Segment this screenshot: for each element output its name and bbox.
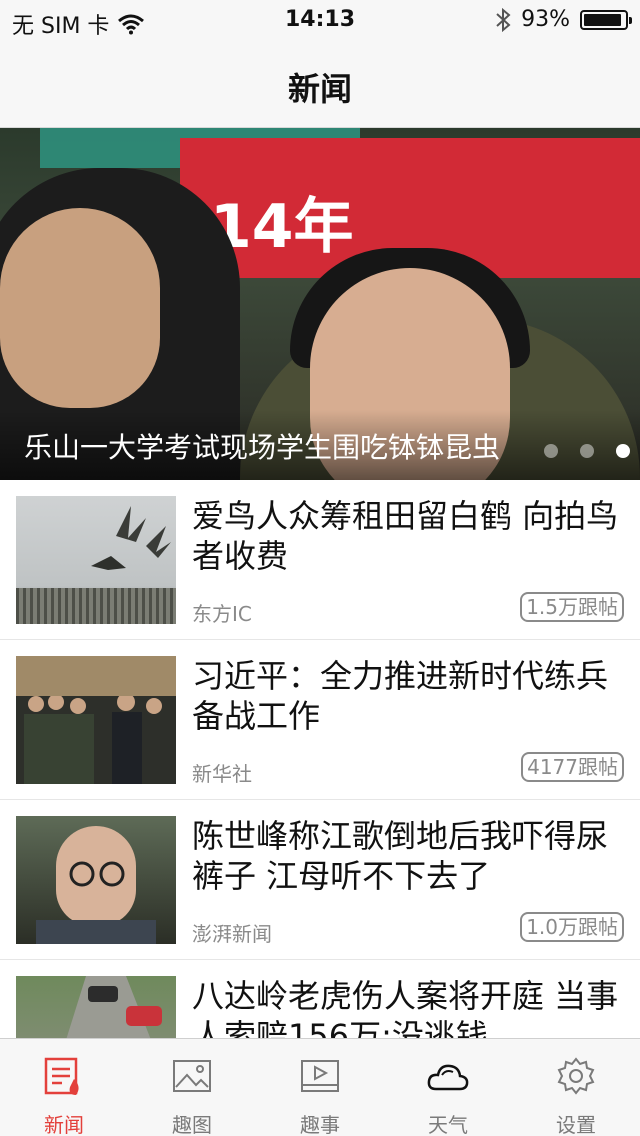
tree-line (16, 588, 176, 624)
status-right: 93% (495, 7, 632, 32)
tab-label: 设置 (556, 1113, 596, 1136)
comment-count-badge[interactable]: 1.0万跟帖 (520, 912, 624, 942)
tab-pictures[interactable]: 趣图 (128, 1039, 256, 1136)
news-source: 澎湃新闻 (192, 922, 272, 946)
news-title: 爱鸟人众筹租田留白鹤 向拍鸟者收费 (192, 497, 619, 575)
news-thumbnail (16, 816, 176, 944)
list-item[interactable]: 习近平：全力推进新时代练兵备战工作 新华社 4177跟帖 (0, 640, 640, 800)
battery-fill (584, 13, 622, 26)
status-bar: 无 SIM 卡 14:13 93% (0, 0, 640, 40)
list-item[interactable]: 八达岭老虎伤人案将开庭 当事人索赔156万:没逃钱 (0, 960, 640, 1038)
news-source: 新华社 (192, 762, 252, 786)
battery-percent: 93% (521, 7, 570, 32)
comment-count-badge[interactable]: 1.5万跟帖 (520, 592, 624, 622)
battery-icon (580, 9, 632, 30)
page-indicator[interactable] (544, 444, 630, 458)
news-thumbnail (16, 976, 176, 1038)
tab-stories[interactable]: 趣事 (256, 1039, 384, 1136)
list-item[interactable]: 爱鸟人众筹租田留白鹤 向拍鸟者收费 东方IC 1.5万跟帖 (0, 480, 640, 640)
news-thumbnail (16, 496, 176, 624)
banner-carousel[interactable]: 14年 乐山一大学考试现场学生围吃钵钵昆虫 (0, 128, 640, 480)
meeting-wall (16, 656, 176, 696)
news-icon (44, 1057, 79, 1095)
bluetooth-icon (496, 7, 511, 32)
tab-weather[interactable]: 天气 (384, 1039, 512, 1136)
tab-bar: 新闻 趣图 趣事 天气 设置 (0, 1038, 640, 1136)
video-icon (301, 1060, 339, 1092)
nav-bar: 新闻 (0, 40, 640, 128)
news-title: 习近平：全力推进新时代练兵备战工作 (192, 657, 609, 735)
glasses-image (36, 861, 156, 944)
page-dot[interactable] (580, 444, 594, 458)
page-title: 新闻 (287, 70, 352, 108)
tab-label: 新闻 (44, 1113, 84, 1136)
tab-news[interactable]: 新闻 (0, 1039, 128, 1136)
comment-count-badge[interactable]: 4177跟帖 (521, 752, 624, 782)
news-list[interactable]: 爱鸟人众筹租田留白鹤 向拍鸟者收费 东方IC 1.5万跟帖 习近平：全力推进新时… (0, 480, 640, 1038)
news-source: 东方IC (192, 602, 252, 626)
news-title: 八达岭老虎伤人案将开庭 当事人索赔156万:没逃钱 (192, 977, 619, 1038)
tab-label: 趣图 (172, 1113, 212, 1136)
tab-label: 天气 (428, 1113, 468, 1136)
news-thumbnail (16, 656, 176, 784)
page-dot[interactable] (544, 444, 558, 458)
banner-caption: 乐山一大学考试现场学生围吃钵钵昆虫 (24, 431, 501, 464)
banner-face-left (0, 208, 160, 408)
picture-icon (173, 1060, 211, 1092)
tab-label: 趣事 (300, 1113, 340, 1136)
list-item[interactable]: 陈世峰称江歌倒地后我吓得尿裤子 江母听不下去了 澎湃新闻 1.0万跟帖 (0, 800, 640, 960)
gear-icon (557, 1057, 595, 1095)
tab-settings[interactable]: 设置 (512, 1039, 640, 1136)
cloud-icon (427, 1064, 469, 1091)
road-cars-image (66, 976, 162, 1038)
page-dot[interactable] (616, 444, 630, 458)
news-title: 陈世峰称江歌倒地后我吓得尿裤子 江母听不下去了 (192, 817, 609, 895)
